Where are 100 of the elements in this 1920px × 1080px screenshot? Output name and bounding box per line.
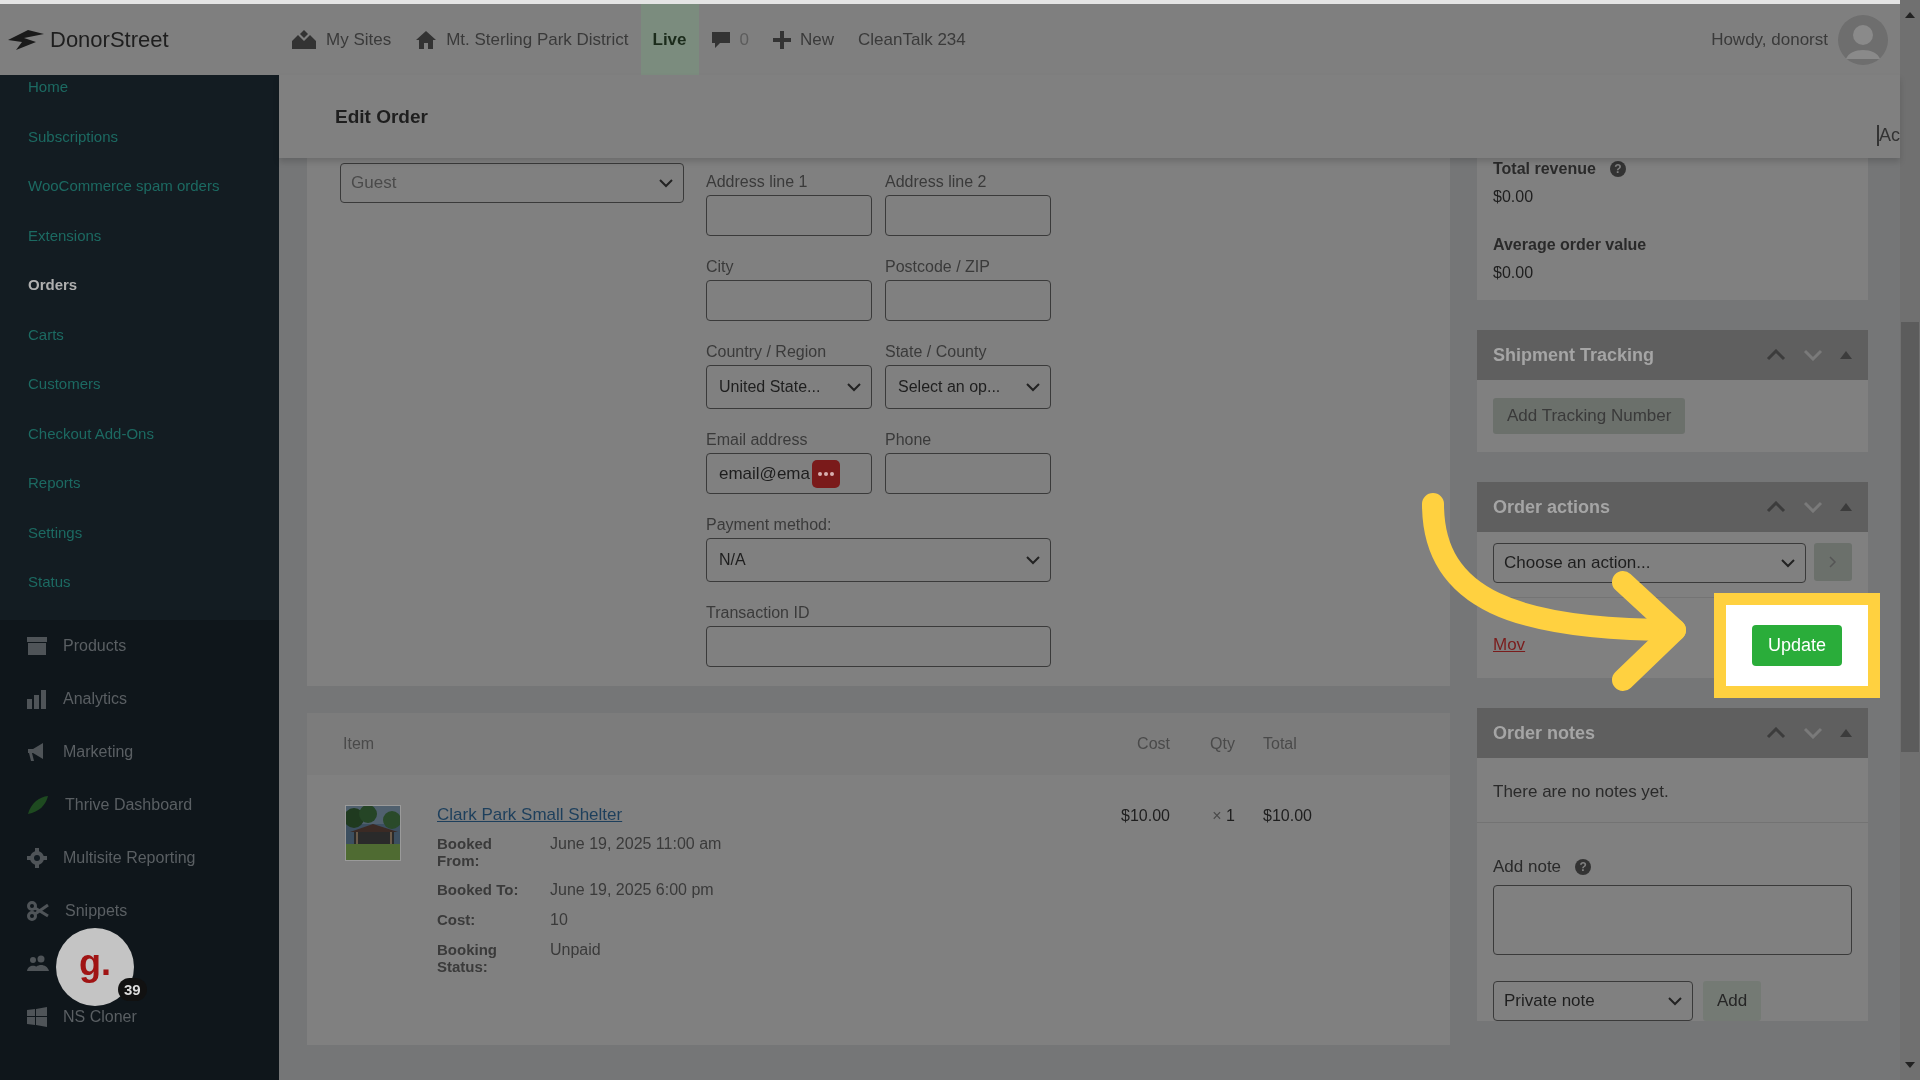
bar-chart-icon[interactable] [27,689,47,709]
sidebar-subitem[interactable]: Settings [0,520,279,570]
meta-label: Booked From: [437,835,493,869]
chevron-right-icon [1829,556,1837,568]
sidebar-subitem[interactable]: Subscriptions [0,124,279,174]
stat-value: $0.00 [1493,188,1535,206]
sidebar-item[interactable]: Snippets [65,902,128,920]
chevron-down-icon[interactable] [1803,727,1823,739]
trash-link[interactable]: Mov [1493,635,1526,655]
scrollbar[interactable] [1900,0,1920,1080]
sidebar-subitem[interactable]: WooCommerce spam orders [0,174,279,224]
input-field[interactable] [885,453,1051,494]
sidebar-item[interactable]: Analytics [63,690,128,708]
scroll-thumb[interactable] [1901,322,1919,752]
caret-icon [1026,382,1040,392]
scissors-icon[interactable] [27,901,49,921]
logo[interactable]: DonorStreet [0,26,279,53]
sidebar-subitem[interactable]: Status [0,570,279,620]
password-manager-icon[interactable] [811,459,840,488]
sidebar-item[interactable]: Multisite Reporting [63,849,196,867]
total-cell-text: $10.00 [1262,806,1313,825]
note-type-select[interactable]: Private note [1493,981,1693,1021]
field-label: Phone [885,431,933,449]
meta-value: June 19, 2025 6:00 pm [550,881,715,899]
field-label: State / County [885,343,988,361]
product-link[interactable]: Clark Park Small Shelter [437,805,623,824]
field-label: Email address [706,431,809,449]
triangle-up-icon[interactable] [1840,503,1852,511]
field-label: Transaction ID [706,604,811,622]
meta-value: June 19, 2025 11:00 am [550,835,723,854]
input-field[interactable] [706,195,872,236]
meta-label: Cost: [437,911,477,929]
select-field[interactable]: United State... [706,365,872,409]
qty-cell: 1 [1226,807,1235,824]
users-icon[interactable] [27,955,51,973]
input-field[interactable] [706,626,1051,667]
chevron-up-icon[interactable] [1766,501,1786,513]
page-title: Edit Order [335,105,428,128]
leaf-icon[interactable] [27,795,49,815]
add-note-button[interactable]: Add [1703,981,1762,1021]
chevron-up-icon[interactable] [1766,727,1786,739]
sidebar-item[interactable]: Marketing [63,743,134,761]
meta-value: 10 [550,911,569,929]
select-field[interactable]: N/A [706,538,1051,582]
note-textarea[interactable] [1493,885,1852,955]
action-select[interactable]: Choose an action... [1493,543,1806,583]
sidebar-subitem[interactable]: Orders [0,273,279,323]
stat-label: Total revenue [1493,160,1596,178]
sidebar-subitem[interactable]: Extensions [0,223,279,273]
input-field[interactable] [706,280,872,321]
sidebar-item[interactable]: Products [63,637,127,655]
gear-icon[interactable] [27,848,47,868]
sidebar-item[interactable]: NS Cloner [63,1008,137,1026]
meta-value: Unpaid [550,941,602,960]
input-field[interactable] [885,280,1051,321]
select-field[interactable]: Select an op... [885,365,1051,409]
archive-icon[interactable] [27,637,47,655]
avatar-icon[interactable] [1838,14,1888,65]
box-title: Shipment Tracking [1493,344,1656,366]
houses-icon [291,29,317,50]
sidebar-item[interactable]: Thrive Dashboard [65,796,193,814]
chevron-down-icon[interactable] [1803,349,1823,361]
live-badge[interactable]: Live [640,4,699,75]
stat-label: Average order value [1493,236,1647,254]
scroll-up-icon[interactable] [1905,12,1915,18]
comment-icon [710,29,731,50]
box-header[interactable]: Order actions [1477,482,1868,532]
greeting[interactable]: Howdy, donorst [1711,29,1828,50]
input-field[interactable]: email@ema [706,453,872,494]
admin-bar-item[interactable]: Mt. Sterling Park District [403,4,641,75]
plus-icon [773,30,791,49]
times-sign: × [1212,807,1222,824]
field-label: Add note [1493,857,1562,877]
widget-logo: g. [79,942,111,984]
triangle-up-icon[interactable] [1840,729,1852,737]
help-icon[interactable]: ? [1575,859,1592,875]
box-title: Order notes [1493,722,1597,744]
windows-icon[interactable] [27,1007,47,1027]
box-header[interactable]: Shipment Tracking [1477,330,1868,380]
sidebar-subitem[interactable]: Customers [0,372,279,422]
help-icon[interactable]: ? [1609,161,1626,177]
box-title: Order actions [1493,496,1612,518]
admin-bar-item[interactable]: CleanTalk 234 [846,4,978,75]
chevron-down-icon[interactable] [1803,501,1823,513]
field-label: Country / Region [706,343,828,361]
sidebar-subitem[interactable]: Checkout Add-Ons [0,421,279,471]
home-icon [415,29,438,50]
chevron-up-icon[interactable] [1766,349,1786,361]
box-header[interactable]: Order notes [1477,708,1868,758]
sidebar-subitem[interactable]: Home [0,75,279,125]
caret-icon [847,382,861,392]
sidebar-subitem[interactable]: Reports [0,471,279,521]
update-button[interactable]: Update [1751,624,1842,666]
input-field[interactable] [885,195,1051,236]
triangle-up-icon[interactable] [1840,351,1852,359]
admin-bar-item[interactable]: My Sites [279,4,404,75]
scroll-down-icon[interactable] [1905,1062,1915,1068]
admin-bar-item[interactable]: New [761,4,846,75]
sidebar-subitem[interactable]: Carts [0,322,279,372]
notification-count: 39 [118,978,147,1001]
